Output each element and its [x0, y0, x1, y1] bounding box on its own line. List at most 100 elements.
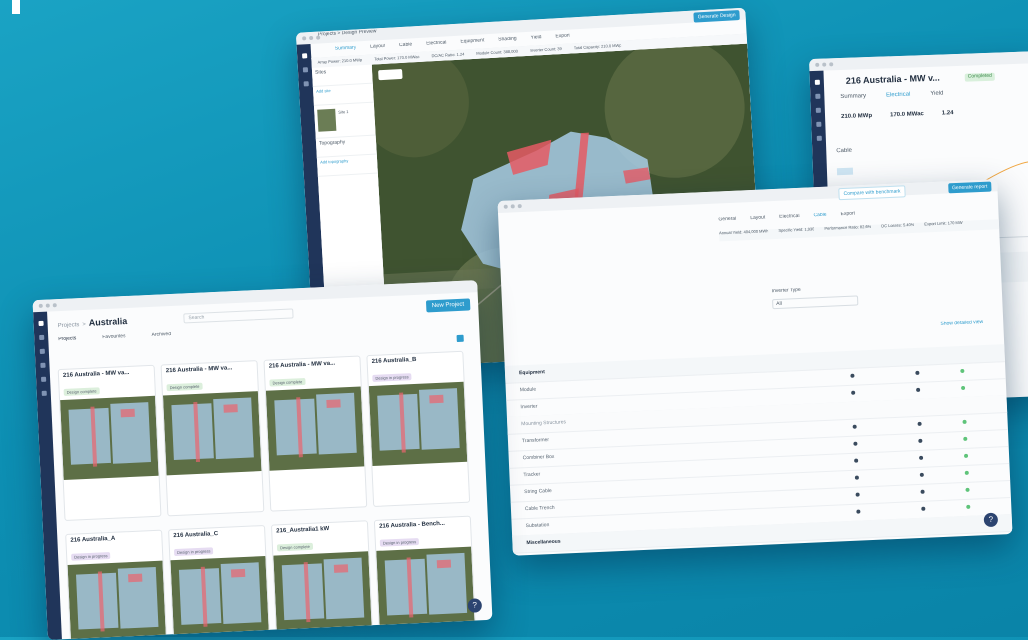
stat-dcac-ratio: DC/AC Ratio: 1.24: [431, 52, 465, 58]
breadcrumb-parent[interactable]: Projects: [58, 322, 80, 330]
project-title: 216 Australia - Bench...: [379, 520, 446, 530]
breadcrumb-separator: >: [82, 321, 87, 329]
section-title: Equipment: [518, 369, 545, 377]
corner-mark: [12, 0, 20, 14]
project-status-badge: Design in progress: [372, 373, 412, 382]
section-label: Cable: [836, 147, 853, 155]
project-title: 216 Australia_B: [371, 356, 417, 365]
breadcrumb: Projects > Australia: [57, 315, 128, 330]
project-thumbnail: [60, 395, 159, 481]
project-status-badge: Design complete: [166, 382, 203, 392]
tab-yield[interactable]: Yield: [930, 90, 944, 102]
stat-array-power: Array Power: 210.0 MWp: [317, 57, 363, 65]
project-card[interactable]: 216 Australia_B Design in progress: [366, 350, 471, 508]
project-thumbnail: [162, 391, 262, 476]
tab-export[interactable]: Export: [555, 34, 570, 41]
project-card[interactable]: 216 Australia_C Design in progress: [168, 524, 271, 640]
nav-rail: [33, 311, 62, 640]
tab-favourites[interactable]: Favourites: [102, 334, 126, 341]
project-card[interactable]: 216 Australia - Bench... Design in progre…: [373, 515, 476, 632]
section-title: Miscellaneous: [526, 538, 561, 547]
site-thumbnail-row[interactable]: Site 1: [313, 102, 376, 139]
stat-performance-ratio: Performance Ratio: 82.6%: [824, 224, 872, 231]
stat-specific-yield: Specific Yield: 1,930: [778, 227, 815, 233]
project-card[interactable]: 216 Australia - MW va... Design complete: [160, 360, 265, 517]
project-title: 216 Australia_A: [70, 535, 116, 544]
status-badge: Completed: [964, 72, 996, 82]
stat-inverter-count: Inverter Count: 39: [529, 46, 562, 53]
project-card[interactable]: 216 Australia - MW va... Design complete: [57, 364, 162, 522]
tab-general[interactable]: General: [718, 217, 736, 230]
row-label: Inverter: [520, 403, 538, 411]
stat-annual-yield: Annual Yield: 404,000 MWh: [719, 229, 769, 236]
tab-summary[interactable]: Summary: [840, 93, 866, 106]
add-topography-button[interactable]: Add topography: [316, 154, 378, 177]
project-thumbnail: [265, 386, 365, 471]
projects-window: Projects > Australia Search New Project …: [32, 280, 493, 640]
dropdown-label: Inverter Type: [771, 287, 801, 295]
stat-total-capacity: Total Capacity: 210.0 MWp: [573, 43, 622, 51]
tab-archived[interactable]: Archived: [152, 332, 172, 339]
tab-electrical[interactable]: Electrical: [779, 214, 800, 227]
row-label: Combiner Box: [522, 453, 555, 462]
inverter-type-select[interactable]: All: [772, 295, 859, 310]
project-status-badge: Design complete: [276, 542, 313, 552]
breadcrumb-current: Australia: [88, 315, 128, 328]
stat-dc-power: 210.0 MWp: [840, 112, 873, 121]
detailed-view-link[interactable]: Show detailed view: [940, 320, 983, 328]
row-label: Cable Trench: [524, 504, 555, 513]
project-title: 216 Australia - MW va...: [165, 365, 233, 375]
section-title: Mounting Structures: [521, 419, 567, 428]
tab-summary[interactable]: Summary: [335, 46, 357, 53]
compare-button[interactable]: Compare with benchmark: [838, 185, 906, 201]
window-titlebar: [809, 51, 1028, 72]
stat-total-power: Total Power: 170.0 MWac: [374, 54, 420, 62]
map-toolbar[interactable]: [378, 68, 403, 81]
stat-export-limit: Export Limit: 170 MW: [924, 220, 963, 227]
project-status-badge: Design in progress: [379, 537, 420, 547]
row-label: Module: [519, 386, 537, 394]
project-card[interactable]: 216 Australia - MW va... Design complete: [263, 355, 368, 512]
project-title: 216_Australia1 kW: [276, 526, 330, 535]
project-status-badge: Design in progress: [173, 547, 214, 557]
tab-electrical[interactable]: Electrical: [426, 41, 447, 48]
chip: [836, 167, 854, 176]
row-label: Substation: [525, 522, 550, 530]
project-card[interactable]: 216 Australia_A Design in progress: [65, 529, 168, 640]
page-title: 216 Australia - MW v...: [845, 72, 940, 86]
tab-cable[interactable]: Cable: [399, 42, 412, 48]
help-icon[interactable]: ?: [467, 598, 483, 613]
tab-projects[interactable]: Projects: [58, 336, 76, 343]
window-titlebar: [32, 280, 478, 313]
grid-view-icon[interactable]: [456, 334, 464, 343]
tab-cable[interactable]: Cable: [813, 213, 827, 226]
tab-equipment[interactable]: Equipment: [460, 38, 484, 45]
generate-report-button[interactable]: Generate report: [947, 181, 992, 194]
stat-ac-power: 170.0 MWac: [889, 111, 924, 119]
tab-electrical[interactable]: Electrical: [886, 92, 911, 105]
stat-dc-losses: DC Losses: 5.40%: [881, 222, 915, 229]
stat-ratio: 1.24: [941, 110, 954, 117]
stat-module-count: Module Count: 388,000: [476, 49, 518, 56]
row-label: String Cable: [524, 487, 552, 496]
project-status-badge: Design complete: [63, 387, 100, 396]
site-name: Site 1: [338, 110, 349, 115]
new-project-button[interactable]: New Project: [425, 298, 471, 313]
project-thumbnail: [368, 381, 468, 467]
row-label: Transformer: [521, 437, 550, 445]
tab-yield[interactable]: Yield: [530, 35, 541, 41]
project-status-badge: Design in progress: [71, 551, 111, 561]
tab-export[interactable]: Export: [840, 211, 855, 224]
tab-shading[interactable]: Shading: [498, 37, 517, 44]
bill-of-materials-window: Compare with benchmark Generate report G…: [497, 179, 1013, 556]
project-thumbnail: [67, 560, 167, 640]
tab-layout[interactable]: Layout: [750, 215, 766, 228]
search-input[interactable]: Search: [183, 308, 294, 324]
project-card[interactable]: 216_Australia1 kW Design complete: [270, 520, 373, 637]
project-title: 216 Australia_C: [173, 531, 219, 540]
site-thumbnail: [317, 108, 337, 132]
project-thumbnail: [170, 555, 269, 640]
project-thumbnail: [273, 551, 372, 636]
project-thumbnail: [376, 546, 475, 631]
tab-layout[interactable]: Layout: [370, 44, 385, 51]
